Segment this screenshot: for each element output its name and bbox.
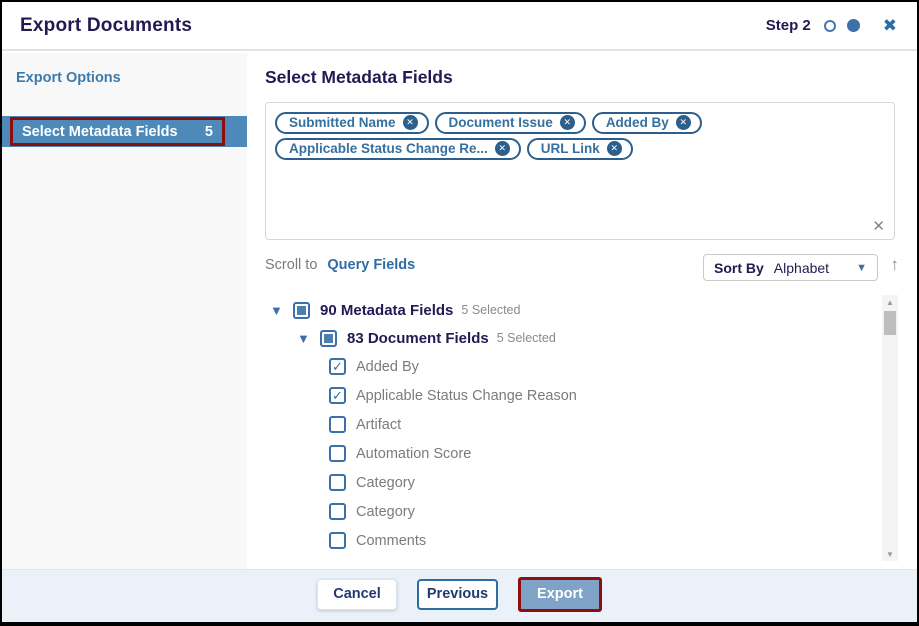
scroll-up-icon[interactable]: ▲ <box>886 295 894 309</box>
field-label: Category <box>356 504 415 520</box>
page-title: Select Metadata Fields <box>265 67 453 88</box>
dialog-title: Export Documents <box>20 15 192 37</box>
export-documents-dialog: Export Documents Step 2 ✖ Export Options… <box>0 0 919 626</box>
chip-label: Submitted Name <box>289 115 396 130</box>
sort-by-label: Sort By <box>714 260 764 276</box>
remove-chip-icon[interactable]: ✕ <box>676 115 691 130</box>
group-checkbox[interactable] <box>320 330 337 347</box>
sidebar-item-export-options[interactable]: Export Options <box>2 53 247 96</box>
chip-label: Applicable Status Change Re... <box>289 141 488 156</box>
selected-fields-box: Submitted Name ✕ Document Issue ✕ Added … <box>265 102 895 240</box>
chip-label: URL Link <box>541 141 600 156</box>
tree-field-row: ✓ Artifact <box>265 410 867 439</box>
dialog-footer: Cancel Previous Export <box>2 569 917 622</box>
caret-down-icon[interactable]: ▼ <box>270 304 284 317</box>
tree-field-row: ✓ Category <box>265 468 867 497</box>
chip-label: Document Issue <box>449 115 553 130</box>
field-checkbox[interactable]: ✓ <box>329 445 346 462</box>
step2-dot-icon[interactable] <box>847 19 860 32</box>
metadata-chip[interactable]: Applicable Status Change Re... ✕ <box>275 138 521 160</box>
tree-field-row: ✓ Added By <box>265 352 867 381</box>
scroll-to-row: Scroll to Query Fields <box>265 257 415 273</box>
sort-direction-icon[interactable]: ↑ <box>891 255 900 275</box>
sidebar-item-label: Select Metadata Fields <box>22 124 178 140</box>
field-checkbox[interactable]: ✓ <box>329 503 346 520</box>
remove-chip-icon[interactable]: ✕ <box>607 141 622 156</box>
clear-all-icon[interactable]: ✕ <box>872 219 885 234</box>
tree-field-row: ✓ Applicable Status Change Reason <box>265 381 867 410</box>
scroll-down-icon[interactable]: ▼ <box>886 547 894 561</box>
chevron-down-icon: ▼ <box>856 262 867 274</box>
chip-label: Added By <box>606 115 669 130</box>
tree-group-label: 83 Document Fields <box>347 330 489 347</box>
metadata-chip[interactable]: Document Issue ✕ <box>435 112 586 134</box>
previous-button[interactable]: Previous <box>417 579 498 610</box>
check-icon: ✓ <box>332 389 343 402</box>
field-checkbox[interactable]: ✓ <box>329 532 346 549</box>
vertical-scrollbar[interactable]: ▲ ▼ <box>882 295 898 561</box>
metadata-fields-tree: ▼ 90 Metadata Fields 5 Selected ▼ 83 Doc… <box>265 296 867 561</box>
field-checkbox[interactable]: ✓ <box>329 387 346 404</box>
field-label: Automation Score <box>356 446 471 462</box>
tree-field-row: ✓ Automation Score <box>265 439 867 468</box>
field-checkbox[interactable]: ✓ <box>329 416 346 433</box>
tree-group-row: ▼ 83 Document Fields 5 Selected <box>265 324 867 352</box>
metadata-chip[interactable]: URL Link ✕ <box>527 138 633 160</box>
remove-chip-icon[interactable]: ✕ <box>495 141 510 156</box>
field-label: Category <box>356 475 415 491</box>
step-indicator-label: Step 2 <box>766 17 811 34</box>
caret-down-icon[interactable]: ▼ <box>297 332 311 345</box>
metadata-chip[interactable]: Submitted Name ✕ <box>275 112 429 134</box>
root-checkbox[interactable] <box>293 302 310 319</box>
main-panel: Select Metadata Fields Submitted Name ✕ … <box>247 53 917 569</box>
query-fields-link[interactable]: Query Fields <box>327 257 415 273</box>
sidebar: Export Options Select Metadata Fields 5 <box>2 53 247 569</box>
tree-field-row: ✓ Comments <box>265 526 867 555</box>
selected-count-badge: 5 <box>205 124 213 140</box>
tree-root-label: 90 Metadata Fields <box>320 302 453 319</box>
tree-field-row: ✓ Category <box>265 497 867 526</box>
field-label: Added By <box>356 359 419 375</box>
close-icon[interactable]: ✖ <box>883 17 897 34</box>
root-selected-count: 5 Selected <box>461 303 520 317</box>
tree-root-row: ▼ 90 Metadata Fields 5 Selected <box>265 296 867 324</box>
dialog-header: Export Documents Step 2 ✖ <box>2 2 917 51</box>
header-right: Step 2 ✖ <box>766 17 897 34</box>
field-checkbox[interactable]: ✓ <box>329 358 346 375</box>
sort-by-dropdown[interactable]: Sort By Alphabet ▼ <box>703 254 878 281</box>
cancel-button[interactable]: Cancel <box>317 579 397 610</box>
field-checkbox[interactable]: ✓ <box>329 474 346 491</box>
sidebar-item-select-metadata-fields[interactable]: Select Metadata Fields 5 <box>2 116 247 147</box>
scroll-to-label: Scroll to <box>265 257 317 273</box>
group-selected-count: 5 Selected <box>497 331 556 345</box>
remove-chip-icon[interactable]: ✕ <box>403 115 418 130</box>
metadata-chip[interactable]: Added By ✕ <box>592 112 702 134</box>
field-label: Artifact <box>356 417 401 433</box>
sidebar-selected-highlight: Select Metadata Fields 5 <box>10 117 225 146</box>
field-label: Applicable Status Change Reason <box>356 388 577 404</box>
scrollbar-thumb[interactable] <box>884 311 896 335</box>
sort-by-value: Alphabet <box>774 260 856 276</box>
step1-dot-icon[interactable] <box>824 20 836 32</box>
remove-chip-icon[interactable]: ✕ <box>560 115 575 130</box>
field-label: Comments <box>356 533 426 549</box>
check-icon: ✓ <box>332 360 343 373</box>
export-button[interactable]: Export <box>518 577 602 612</box>
